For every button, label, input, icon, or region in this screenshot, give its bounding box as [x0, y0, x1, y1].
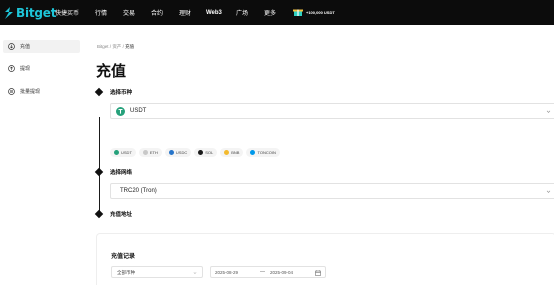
breadcrumb-home[interactable]: Bitget	[97, 44, 109, 49]
deposit-records-card: 充值记录 全部币种 2025-08-29 — 2025-09-04	[96, 233, 554, 285]
calendar-icon	[315, 269, 321, 276]
brand-name: Bitget	[16, 5, 57, 20]
usdc-icon	[168, 150, 174, 155]
nav-markets[interactable]: 行情	[95, 8, 107, 17]
promo-banner[interactable]: +100,000 USDT	[293, 8, 335, 16]
nav-trade[interactable]: 交易	[123, 8, 135, 17]
coin-filter-select[interactable]: 全部币种	[111, 266, 203, 278]
gift-icon	[293, 9, 303, 16]
bitget-logo-icon	[5, 6, 13, 19]
coin-filter-value: 全部币种	[117, 270, 135, 275]
date-separator: —	[260, 269, 265, 275]
step-connector	[99, 117, 100, 215]
sidebar-item-label: 提现	[20, 66, 31, 72]
nav-quick-buy[interactable]: 快捷买币	[55, 8, 79, 17]
network-select-value: TRC20 (Tron)	[120, 188, 157, 194]
withdraw-icon	[8, 65, 15, 72]
chevron-down-icon	[193, 272, 197, 274]
coin-chip-bnb[interactable]: BNB	[220, 148, 244, 157]
step-label-address: 充值地址	[110, 212, 133, 218]
coin-chip-label: ETH	[149, 150, 158, 155]
step-marker-address	[94, 209, 104, 219]
step-marker-coin	[94, 87, 104, 97]
coin-chip-eth[interactable]: ETH	[138, 148, 162, 157]
breadcrumb-separator: /	[122, 44, 124, 49]
popular-coins: USDT ETH USDC SOL BNB TONCOIN	[110, 148, 283, 157]
coin-chip-toncoin[interactable]: TONCOIN	[246, 148, 280, 157]
nav-earn[interactable]: 理财	[179, 8, 191, 17]
date-start[interactable]: 2025-08-29	[215, 270, 238, 275]
breadcrumb-separator: /	[109, 44, 112, 49]
nav-web3[interactable]: Web3	[206, 10, 222, 16]
coin-chip-label: USDT	[121, 150, 132, 155]
coin-chip-usdc[interactable]: USDC	[164, 148, 192, 157]
records-title: 充值记录	[111, 254, 136, 260]
main-content: Bitget / 资产 / 充值 充值 选择币种 USDT USDT ETH U…	[82, 25, 554, 285]
sidebar-item-withdraw[interactable]: 提现	[3, 62, 80, 75]
step-label-network: 选择网络	[110, 170, 133, 176]
promo-text: +100,000 USDT	[306, 9, 335, 15]
breadcrumb-assets[interactable]: 资产	[112, 44, 121, 49]
usdt-icon	[116, 106, 125, 116]
sidebar: 充值 提现 批量提现	[0, 25, 82, 285]
nav-more[interactable]: 更多	[264, 8, 276, 17]
coin-chip-usdt[interactable]: USDT	[110, 148, 136, 157]
deposit-icon	[8, 43, 15, 50]
sidebar-item-label: 批量提现	[20, 89, 41, 95]
coin-select[interactable]: USDT	[110, 103, 554, 119]
coin-chip-label: USDC	[175, 150, 188, 155]
sidebar-item-deposit[interactable]: 充值	[3, 40, 80, 53]
step-label-coin: 选择币种	[110, 90, 133, 96]
sidebar-item-label: 充值	[20, 44, 31, 50]
bnb-icon	[224, 150, 230, 155]
top-nav: Bitget 快捷买币 行情 交易 合约 理财 Web3 广场 更多 +100,…	[0, 0, 554, 25]
nav-futures[interactable]: 合约	[151, 8, 163, 17]
page-title: 充值	[96, 63, 127, 80]
coin-chip-label: BNB	[231, 150, 240, 155]
breadcrumb: Bitget / 资产 / 充值	[97, 44, 134, 50]
sidebar-item-batch-withdraw[interactable]: 批量提现	[3, 85, 80, 98]
date-end[interactable]: 2025-09-04	[270, 270, 293, 275]
chevron-down-icon	[546, 190, 551, 193]
chevron-down-icon	[546, 110, 551, 113]
coin-chip-sol[interactable]: SOL	[194, 148, 218, 157]
step-marker-network	[94, 167, 104, 177]
breadcrumb-current: 充值	[125, 44, 135, 49]
usdt-icon	[114, 150, 119, 155]
network-select[interactable]: TRC20 (Tron)	[110, 183, 554, 199]
toncoin-icon	[250, 150, 256, 155]
date-range-picker[interactable]: 2025-08-29 — 2025-09-04	[210, 266, 326, 278]
coin-chip-label: TONCOIN	[257, 150, 276, 155]
coin-chip-label: SOL	[205, 150, 214, 155]
nav-square[interactable]: 广场	[236, 8, 248, 17]
coin-select-value: USDT	[130, 108, 147, 114]
batch-withdraw-icon	[8, 88, 15, 95]
sol-icon	[198, 150, 204, 155]
eth-icon	[142, 150, 148, 155]
